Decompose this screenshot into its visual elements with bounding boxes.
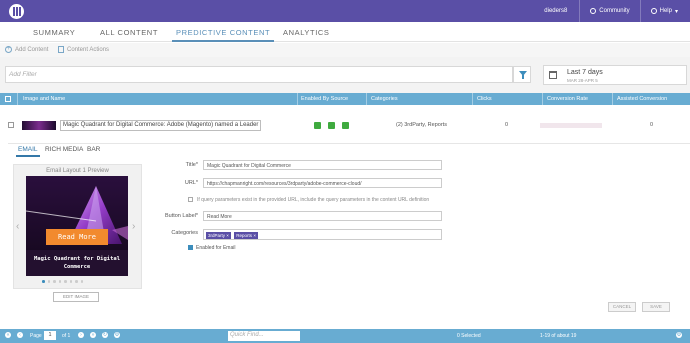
cancel-button[interactable]: CANCEL bbox=[608, 302, 636, 312]
carousel-dot[interactable] bbox=[53, 280, 56, 283]
community-link[interactable]: Community bbox=[590, 8, 630, 14]
carousel-dot[interactable] bbox=[69, 280, 72, 283]
content-actions-button[interactable]: Content Actions bbox=[58, 46, 109, 53]
filter-row: Add Filter Last 7 days MAR 28-APR 5 bbox=[0, 57, 690, 93]
page-input[interactable]: 1 bbox=[44, 331, 56, 340]
title-field[interactable]: Magic Quadrant for Digital Commerce bbox=[203, 160, 442, 170]
col-categories[interactable]: Categories bbox=[371, 96, 398, 102]
carousel-dot[interactable] bbox=[58, 280, 61, 283]
carousel-dot[interactable] bbox=[75, 280, 78, 283]
record-count: 1-19 of about 19 bbox=[540, 333, 577, 339]
carousel-dot[interactable] bbox=[64, 280, 67, 283]
bar-enabled-icon[interactable] bbox=[342, 122, 349, 129]
url-label: URL* bbox=[184, 180, 198, 186]
community-label: Community bbox=[599, 8, 630, 14]
categories-field[interactable]: 3rdParty × Reports × bbox=[203, 229, 442, 240]
table-header: Image and Name Enabled By Source Categor… bbox=[0, 93, 690, 105]
settings-icon[interactable]: ⚙ bbox=[114, 332, 120, 338]
read-more-cta: Read More bbox=[46, 229, 108, 245]
search-icon[interactable]: ⌕ bbox=[290, 332, 293, 339]
top-bar: dieders8 Community Help ▾ bbox=[0, 0, 690, 22]
category-tag[interactable]: Reports × bbox=[234, 232, 258, 239]
date-range-picker[interactable]: Last 7 days MAR 28-APR 5 bbox=[543, 65, 687, 85]
page-of: of 1 bbox=[62, 333, 71, 339]
help-label: Help bbox=[659, 8, 672, 14]
save-button[interactable]: SAVE bbox=[642, 302, 670, 312]
prev-page-icon[interactable]: ‹ bbox=[17, 332, 23, 338]
col-image-and-name[interactable]: Image and Name bbox=[23, 96, 65, 102]
app-logo-icon[interactable] bbox=[9, 4, 24, 19]
button-label-field[interactable]: Read More bbox=[203, 211, 442, 221]
col-clicks[interactable]: Clicks bbox=[477, 96, 492, 102]
help-menu[interactable]: Help ▾ bbox=[650, 8, 678, 15]
user-area: dieders8 Community Help ▾ bbox=[544, 0, 690, 22]
carousel-dot[interactable] bbox=[42, 280, 45, 283]
col-assisted-conversion[interactable]: Assisted Conversion bbox=[617, 96, 667, 102]
tab-all-content[interactable]: ALL CONTENT bbox=[100, 28, 158, 37]
query-params-note: If query parameters exist in the provide… bbox=[197, 197, 430, 203]
pager-footer: « ‹ Page 1 of 1 › » ↻ ⚙ Quick Find... ⌕ … bbox=[0, 329, 690, 343]
chevron-down-icon: ▾ bbox=[674, 8, 678, 15]
first-page-icon[interactable]: « bbox=[5, 332, 11, 338]
filter-input[interactable]: Add Filter bbox=[5, 66, 513, 83]
carousel-dot[interactable] bbox=[47, 280, 50, 283]
query-params-checkbox[interactable] bbox=[188, 197, 193, 202]
row-assisted-conversion: 0 bbox=[650, 122, 654, 128]
tab-predictive-content[interactable]: PREDICTIVE CONTENT bbox=[171, 28, 275, 42]
row-categories: (2) 3rdParty, Reports bbox=[396, 122, 447, 128]
url-field[interactable]: https://chapmanright.com/resources/3rdpa… bbox=[203, 178, 442, 188]
title-label: Title* bbox=[185, 162, 198, 168]
plus-icon: + bbox=[5, 46, 12, 53]
content-actions-label: Content Actions bbox=[67, 46, 110, 53]
tab-summary[interactable]: SUMMARY bbox=[33, 28, 75, 37]
content-name-field[interactable]: Magic Quadrant for Digital Commerce: Ado… bbox=[60, 120, 261, 131]
chevron-left-icon[interactable]: ‹ bbox=[16, 221, 19, 232]
carousel-dot[interactable] bbox=[80, 280, 83, 283]
content-thumbnail bbox=[22, 121, 56, 130]
page-label: Page bbox=[30, 333, 42, 339]
enabled-for-email-checkbox[interactable] bbox=[188, 245, 193, 250]
community-icon bbox=[590, 8, 597, 14]
add-content-label: Add Content bbox=[15, 46, 49, 53]
date-range-sub: MAR 28-APR 5 bbox=[567, 78, 598, 83]
refresh-icon[interactable]: ↻ bbox=[102, 332, 108, 338]
col-enabled-by-source[interactable]: Enabled By Source bbox=[301, 96, 348, 102]
selected-count: 0 Selected bbox=[457, 333, 481, 339]
main-nav: SUMMARY ALL CONTENT PREDICTIVE CONTENT A… bbox=[0, 22, 690, 42]
add-content-button[interactable]: + Add Content bbox=[5, 46, 48, 53]
preview-title: Email Layout 1 Preview bbox=[46, 168, 109, 174]
tab-analytics[interactable]: ANALYTICS bbox=[283, 28, 330, 37]
category-tag[interactable]: 3rdParty × bbox=[206, 232, 231, 239]
col-conversion-rate[interactable]: Conversion Rate bbox=[547, 96, 588, 102]
edit-image-button[interactable]: EDIT IMAGE bbox=[53, 292, 99, 302]
document-icon bbox=[58, 46, 64, 53]
settings-gear-icon[interactable]: ⚙ bbox=[676, 332, 682, 338]
next-page-icon[interactable]: › bbox=[78, 332, 84, 338]
enabled-for-email-label: Enabled for Email bbox=[196, 245, 236, 251]
help-icon bbox=[650, 8, 657, 14]
filter-button[interactable] bbox=[513, 66, 531, 83]
preview-caption: Magic Quadrant for Digital Commerce bbox=[33, 256, 121, 270]
calendar-icon bbox=[549, 71, 557, 79]
row-checkbox[interactable] bbox=[8, 122, 14, 128]
carousel-dots bbox=[42, 280, 83, 283]
date-range-label: Last 7 days bbox=[567, 69, 603, 76]
last-page-icon[interactable]: » bbox=[90, 332, 96, 338]
user-name[interactable]: dieders8 bbox=[544, 8, 567, 14]
select-all-checkbox[interactable] bbox=[5, 96, 11, 102]
action-bar: + Add Content Content Actions bbox=[0, 43, 690, 57]
rich-media-enabled-icon[interactable] bbox=[328, 122, 335, 129]
conversion-rate-bar bbox=[540, 123, 602, 128]
email-enabled-icon[interactable] bbox=[314, 122, 321, 129]
row-clicks: 0 bbox=[505, 122, 509, 128]
tab-bar[interactable]: BAR bbox=[87, 146, 100, 153]
table-spacer bbox=[0, 321, 690, 329]
preview-image: Read More Magic Quadrant for Digital Com… bbox=[26, 176, 128, 276]
tab-email[interactable]: EMAIL bbox=[16, 146, 39, 157]
button-label-label: Button Label* bbox=[164, 213, 198, 219]
table-row[interactable]: Magic Quadrant for Digital Commerce: Ado… bbox=[0, 117, 690, 135]
tab-rich-media[interactable]: RICH MEDIA bbox=[45, 146, 83, 153]
categories-label: Categories bbox=[171, 230, 198, 236]
